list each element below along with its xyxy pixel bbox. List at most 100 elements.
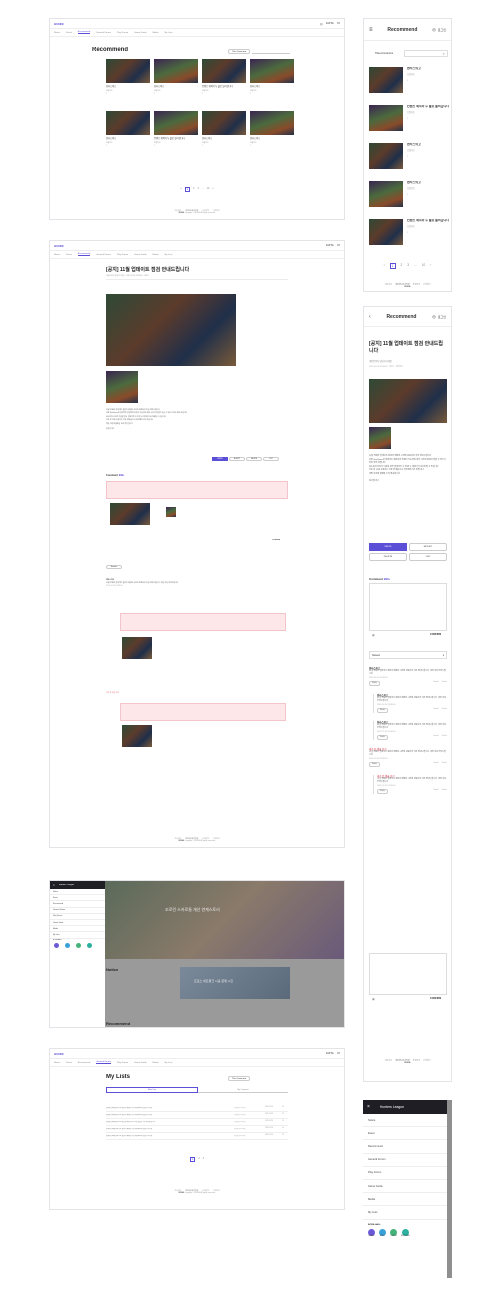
drawer-item[interactable]: Recommend: [363, 1140, 447, 1154]
recommend-card[interactable]: 현타스의고 포털자도 3: [106, 59, 150, 107]
page-1[interactable]: 1: [389, 263, 396, 269]
page-2[interactable]: 2: [198, 1157, 199, 1162]
nav-item-general-forum[interactable]: General Forum: [96, 254, 111, 256]
delete-link[interactable]: Delete: [442, 681, 447, 686]
globe-icon[interactable]: ◎: [320, 22, 323, 26]
mobile-reply-submit[interactable]: CONFIRM: [430, 997, 441, 1000]
nav-item-media[interactable]: Media: [153, 254, 159, 256]
nav-item-my-lists[interactable]: My Lists: [164, 254, 172, 256]
nav-item-general-forum[interactable]: General Forum: [96, 1061, 111, 1064]
footer-link-terms[interactable]: 이용약관: [385, 1059, 392, 1062]
nav-item-game-guide[interactable]: Game Guide: [134, 254, 146, 256]
logo[interactable]: HUNNI: [54, 1052, 64, 1056]
mobile-card[interactable]: 현타스의고 포털자도 3: [369, 181, 449, 217]
report-link[interactable]: Report: [433, 789, 438, 794]
user-name[interactable]: RAFTik: [326, 1052, 334, 1055]
recommend-card[interactable]: 현타스의고 포털자도 3: [154, 59, 198, 107]
modify-button[interactable]: MODIFY: [409, 543, 447, 551]
drawer-item[interactable]: Media: [363, 1193, 447, 1207]
explorer-app[interactable]: EXPLORER: [401, 1228, 410, 1237]
user-name[interactable]: RAFTik: [326, 22, 334, 25]
write-button[interactable]: WRITE: [212, 457, 228, 461]
delete-link[interactable]: Delete: [442, 708, 447, 713]
search-filter-select[interactable]: Title+Contents ▾: [228, 49, 250, 54]
page-2[interactable]: 2: [401, 263, 403, 269]
page-next[interactable]: ›: [430, 263, 431, 269]
mobile-filter[interactable]: Title+Contents ▾: [369, 50, 399, 57]
page-3[interactable]: 3: [203, 1157, 204, 1162]
recommend-card[interactable]: 현타스의고 포털자도 3: [250, 59, 294, 107]
logo[interactable]: HUNNI: [54, 244, 64, 248]
lucion-app-icon[interactable]: [76, 942, 81, 948]
nav-item-recommend[interactable]: Recommend: [77, 31, 91, 34]
nav-item-play-forum[interactable]: Play Forum: [117, 1062, 128, 1064]
footer-link-policy[interactable]: 운영정책: [413, 1059, 420, 1062]
mobile-reply-input[interactable]: [369, 953, 447, 995]
table-row[interactable]: [이벤트] 11월 업데이트 점검이 예정된 시간에 완료되어 점검합니다 (2…: [106, 1105, 288, 1112]
lang-switch[interactable]: KO: [337, 22, 340, 25]
write-button[interactable]: WRITE: [369, 543, 407, 551]
mobile-comment-submit[interactable]: CONFIRM: [430, 633, 441, 636]
nav-item-event[interactable]: Event: [66, 32, 72, 34]
footer-link-support[interactable]: 고객센터: [423, 283, 430, 286]
nav-item-general-forum[interactable]: General Forum: [96, 32, 111, 34]
atell-app-icon[interactable]: [65, 942, 70, 948]
lucion-app[interactable]: LUCION: [390, 1228, 397, 1237]
page-last[interactable]: »: [212, 187, 213, 192]
image-upload-icon-2[interactable]: ▣: [372, 997, 375, 1001]
island-app[interactable]: ISLAND: [368, 1228, 375, 1237]
page-10[interactable]: 10: [207, 187, 210, 192]
table-row[interactable]: [이벤트] 11월 업데이트 점검이 예정된 시간에 완료되어 점검합니다 (2…: [106, 1112, 288, 1119]
mobile-search-input[interactable]: ⌕: [404, 50, 448, 57]
drawer-item[interactable]: My Lists: [363, 1206, 447, 1220]
recommend-card[interactable]: 컨텐츠 제목이 두 줄로 들어갑니다 포털자도 3: [202, 59, 246, 107]
nav-item-notice[interactable]: Notice: [54, 254, 60, 256]
nav-item-my-lists[interactable]: My Lists: [164, 1062, 172, 1064]
page-3[interactable]: 3: [407, 263, 409, 269]
page-prev[interactable]: ‹: [384, 263, 385, 269]
recommend-card[interactable]: 현타스의고 포털자도 3: [106, 111, 150, 159]
footer-link-terms[interactable]: 이용약관: [385, 283, 392, 286]
nav-item-recommend[interactable]: Recommend: [77, 253, 91, 256]
mylists-filter[interactable]: Title+Contents ▾: [228, 1076, 250, 1081]
atell-app[interactable]: ATELL: [379, 1228, 386, 1237]
row-title[interactable]: [이벤트] 11월 업데이트 점검이 예정된 시간에 완료되어 점검합니다 (2…: [106, 1128, 231, 1130]
drawer-item[interactable]: Event: [363, 1127, 447, 1141]
nav-item-media[interactable]: Media: [153, 32, 159, 34]
globe-icon[interactable]: ◎: [432, 27, 436, 32]
nav-item-play-forum[interactable]: Play Forum: [117, 254, 128, 256]
lang-switch[interactable]: KO: [337, 1052, 340, 1055]
report-link[interactable]: Report: [433, 762, 438, 767]
recommend-card[interactable]: 현타스의고 포털자도 3: [202, 111, 246, 159]
tab-my-comment[interactable]: My Comment: [198, 1087, 288, 1093]
delete-button[interactable]: DELETE: [246, 457, 262, 461]
page-10[interactable]: 10: [422, 263, 426, 269]
reply-button[interactable]: Reply: [369, 761, 380, 768]
footer-link-policy[interactable]: 운영정책: [413, 283, 420, 286]
login-link[interactable]: 로그인: [438, 315, 446, 319]
user-name[interactable]: RAFTik: [326, 244, 334, 247]
nav-item-notice[interactable]: Notice: [54, 32, 60, 34]
lang-switch[interactable]: KO: [337, 244, 340, 247]
reply-button[interactable]: Reply: [377, 707, 388, 714]
notice-banner[interactable]: 프로스 네트워크 시공 문제 시간: [180, 967, 290, 999]
row-title[interactable]: [이벤트] 11월 업데이트 점검이 예정된 시간에 완료되어 점검합니다 (2…: [106, 1114, 231, 1116]
table-row[interactable]: [이벤트] 11월 업데이트 점검 안내드립니다 이번 점검은 시간 조율 중입…: [106, 1119, 288, 1126]
page-1[interactable]: 1: [184, 187, 190, 192]
nav-item-media[interactable]: Media: [153, 1062, 159, 1064]
login-link[interactable]: 로그인: [438, 28, 446, 32]
delete-link[interactable]: Delete: [442, 735, 447, 740]
delete-link[interactable]: Delete: [442, 762, 447, 767]
modify-button[interactable]: MODIFY: [229, 457, 245, 461]
report-link[interactable]: Report: [433, 735, 438, 740]
nav-item-play-forum[interactable]: Play Forum: [117, 32, 128, 34]
mobile-card[interactable]: 컨텐츠 제목이 두 줄로 들어갑니다 포털자도 3: [369, 105, 449, 141]
logo[interactable]: HUNNI: [54, 22, 64, 26]
reply-button[interactable]: Reply: [369, 680, 380, 687]
drawer-item[interactable]: Game Guide: [363, 1180, 447, 1194]
nav-item-event[interactable]: Event: [66, 254, 72, 256]
nav-item-my-lists[interactable]: My Lists: [164, 32, 172, 34]
page-3[interactable]: 3: [197, 187, 198, 192]
footer-link-support[interactable]: 고객센터: [423, 1059, 430, 1062]
nav-item-game-guide[interactable]: Game Guide: [134, 1062, 146, 1064]
